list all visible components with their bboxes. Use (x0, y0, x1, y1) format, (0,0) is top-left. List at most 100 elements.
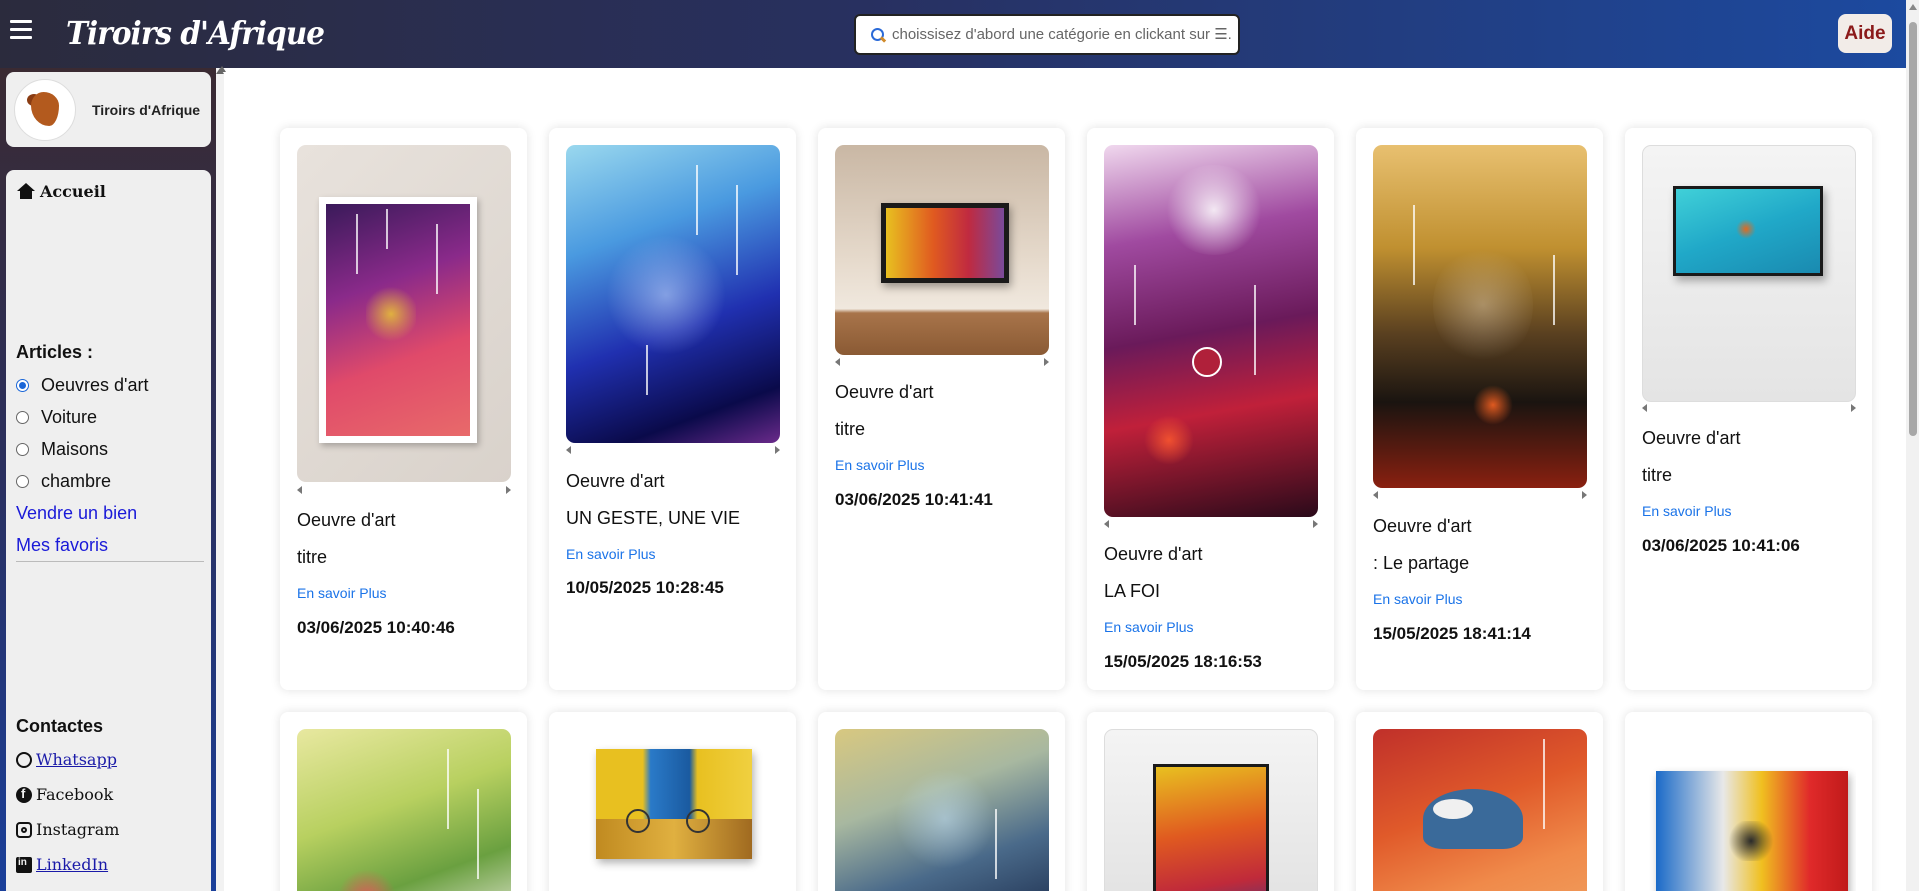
product-image[interactable] (1642, 729, 1856, 891)
category-radio-maisons[interactable]: Maisons (16, 439, 108, 460)
contact-label: LinkedIn (36, 855, 109, 874)
contacts-heading: Contactes (16, 716, 104, 736)
product-image[interactable] (1104, 145, 1318, 517)
card-more-link[interactable]: En savoir Plus (566, 546, 655, 562)
category-label: Voiture (41, 407, 98, 427)
profile-name: Tiroirs d'Afrique (92, 101, 201, 118)
card-more-link[interactable]: En savoir Plus (1104, 619, 1193, 635)
articles-heading: Articles : (16, 342, 94, 362)
radio-checked-icon[interactable] (16, 379, 29, 392)
sidebar-scrollbar[interactable] (216, 68, 224, 891)
product-card[interactable]: Oeuvre d'art titre En savoir Plus 03/06/… (280, 128, 527, 690)
radio-icon[interactable] (16, 411, 29, 424)
facebook-icon (16, 786, 32, 803)
card-more-link[interactable]: En savoir Plus (297, 585, 386, 601)
image-carousel-scroll[interactable] (1373, 489, 1587, 499)
product-image[interactable] (1642, 145, 1856, 402)
sidebar-item-home[interactable]: Accueil (16, 182, 106, 201)
top-bar: Tiroirs d'Afrique Aide (0, 0, 1919, 68)
profile-card[interactable]: Tiroirs d'Afrique (6, 72, 211, 147)
search-input[interactable] (892, 26, 1232, 43)
whatsapp-icon (16, 751, 32, 768)
product-card[interactable]: Oeuvre d'art : Le partage En savoir Plus… (1356, 128, 1603, 690)
card-date: 03/06/2025 10:41:41 (835, 490, 993, 509)
contact-facebook[interactable]: Facebook (16, 785, 113, 804)
card-title: titre (835, 419, 866, 439)
contact-label: Whatsapp (36, 750, 117, 769)
card-category: Oeuvre d'art (1104, 544, 1203, 564)
product-card[interactable] (280, 712, 527, 891)
contact-label: Instagram (36, 820, 120, 839)
product-image[interactable] (835, 145, 1049, 355)
image-carousel-scroll[interactable] (297, 484, 511, 494)
product-card[interactable]: Oeuvre d'art LA FOI En savoir Plus 15/05… (1087, 128, 1334, 690)
category-label: Maisons (41, 439, 109, 459)
product-card[interactable] (1087, 712, 1334, 891)
contact-linkedin[interactable]: LinkedIn (16, 855, 108, 874)
product-card[interactable] (549, 712, 796, 891)
product-image[interactable] (297, 729, 511, 891)
brand-logo-text[interactable]: Tiroirs d'Afrique (66, 14, 325, 52)
product-card[interactable] (818, 712, 1065, 891)
category-label: chambre (41, 471, 112, 491)
product-image[interactable] (1373, 145, 1587, 488)
card-date: 03/06/2025 10:41:06 (1642, 536, 1800, 555)
product-image[interactable] (1373, 729, 1587, 891)
category-radio-chambre[interactable]: chambre (16, 471, 111, 492)
contact-instagram[interactable]: Instagram (16, 820, 119, 839)
category-radio-oeuvres[interactable]: Oeuvres d'art (16, 375, 148, 396)
product-card[interactable]: Oeuvre d'art titre En savoir Plus 03/06/… (1625, 128, 1872, 690)
image-carousel-scroll[interactable] (835, 356, 1049, 366)
card-more-link[interactable]: En savoir Plus (1373, 591, 1462, 607)
image-carousel-scroll[interactable] (1642, 402, 1856, 412)
card-title: titre (297, 547, 328, 567)
card-more-link[interactable]: En savoir Plus (835, 457, 924, 473)
card-category: Oeuvre d'art (297, 510, 396, 530)
instagram-icon (16, 821, 32, 838)
card-date: 03/06/2025 10:40:46 (297, 618, 455, 637)
search-icon (870, 27, 886, 43)
card-category: Oeuvre d'art (835, 382, 934, 402)
card-date: 15/05/2025 18:41:14 (1373, 624, 1531, 643)
product-image[interactable] (566, 729, 780, 891)
product-card[interactable] (1625, 712, 1872, 891)
card-date: 10/05/2025 10:28:45 (566, 578, 724, 597)
home-label: Accueil (40, 182, 106, 201)
product-card[interactable] (1356, 712, 1603, 891)
home-icon (16, 183, 36, 200)
contact-whatsapp[interactable]: Whatsapp (16, 750, 117, 769)
card-category: Oeuvre d'art (1642, 428, 1741, 448)
product-image[interactable] (566, 145, 780, 443)
product-image[interactable] (1104, 729, 1318, 891)
image-carousel-scroll[interactable] (1104, 518, 1318, 528)
scroll-up-arrow-icon[interactable] (218, 66, 226, 72)
search-bar[interactable] (854, 14, 1240, 55)
card-more-link[interactable]: En savoir Plus (1642, 503, 1731, 519)
category-radio-voiture[interactable]: Voiture (16, 407, 97, 428)
avatar (14, 78, 76, 141)
help-button[interactable]: Aide (1838, 14, 1892, 53)
favorites-link[interactable]: Mes favoris (16, 535, 108, 556)
card-title: titre (1642, 465, 1673, 485)
card-title: LA FOI (1104, 581, 1161, 601)
divider (16, 561, 204, 562)
product-card[interactable]: Oeuvre d'art UN GESTE, UNE VIE En savoir… (549, 128, 796, 690)
sell-link[interactable]: Vendre un bien (16, 503, 137, 524)
category-label: Oeuvres d'art (41, 375, 149, 395)
scrollbar-thumb[interactable] (1909, 22, 1917, 436)
contact-label: Facebook (36, 785, 114, 804)
card-title: UN GESTE, UNE VIE (566, 508, 741, 528)
page-scrollbar[interactable] (1906, 0, 1919, 891)
product-image[interactable] (297, 145, 511, 482)
product-image[interactable] (835, 729, 1049, 891)
scroll-up-arrow-icon[interactable] (1909, 4, 1917, 10)
sidebar-nav: Accueil Articles : Oeuvres d'art Voiture… (6, 170, 211, 891)
image-carousel-scroll[interactable] (566, 444, 780, 454)
linkedin-icon (16, 856, 32, 873)
radio-icon[interactable] (16, 443, 29, 456)
radio-icon[interactable] (16, 475, 29, 488)
product-card[interactable]: Oeuvre d'art titre En savoir Plus 03/06/… (818, 128, 1065, 690)
card-title: : Le partage (1373, 553, 1470, 573)
menu-icon[interactable] (10, 20, 32, 40)
card-category: Oeuvre d'art (566, 471, 665, 491)
